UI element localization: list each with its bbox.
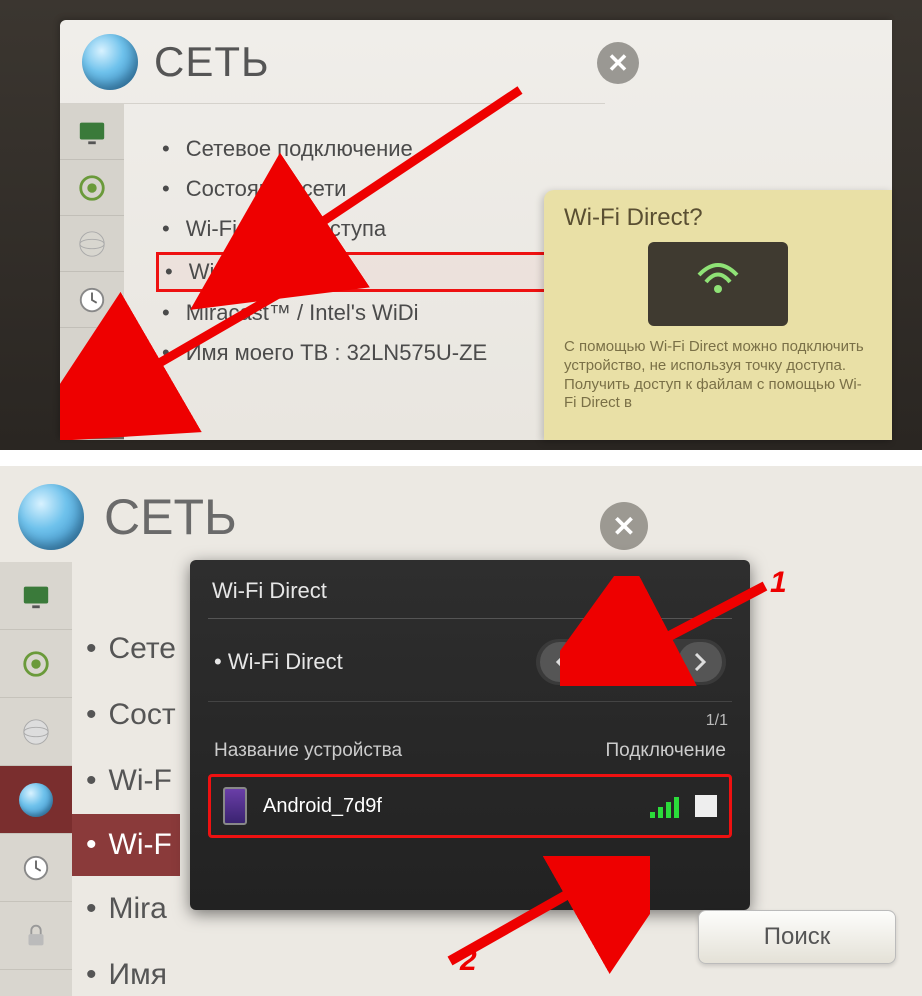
toggle-value: Вкл. — [586, 651, 676, 674]
sidebar — [0, 562, 72, 996]
settings-window: СЕТЬ ✕ Сетевое подключение — [60, 20, 892, 440]
col-device-name: Название устройства — [214, 740, 402, 762]
device-list-header: Название устройства Подключение — [208, 734, 732, 774]
sidebar-channel-icon[interactable] — [60, 216, 124, 272]
menu-item[interactable]: Сете — [86, 616, 180, 682]
header: СЕТЬ — [60, 20, 605, 104]
header: СЕТЬ — [18, 484, 237, 550]
sidebar-channel-icon[interactable] — [0, 698, 72, 766]
signal-icon — [650, 794, 679, 818]
panel-title: Wi-Fi Direct — [208, 574, 732, 619]
wifi-direct-toggle-row: Wi-Fi Direct Вкл. — [208, 619, 732, 702]
col-connection: Подключение — [606, 740, 726, 762]
connect-checkbox[interactable] — [695, 795, 717, 817]
sidebar-time-icon[interactable] — [60, 272, 124, 328]
device-name: Android_7d9f — [263, 795, 634, 818]
screenshot-1: СЕТЬ ✕ Сетевое подключение — [0, 0, 922, 450]
menu-item-selected[interactable]: Wi-F — [72, 814, 180, 876]
sidebar-sound-icon[interactable] — [0, 630, 72, 698]
device-count: 1/1 — [208, 702, 732, 734]
close-button[interactable]: ✕ — [597, 42, 639, 84]
menu-item-wifi-direct[interactable]: Wi-Fi Direct — [156, 252, 590, 292]
sidebar-network-icon[interactable] — [0, 766, 72, 834]
menu-item[interactable]: Имя — [86, 942, 180, 996]
annotation-label-2: 2 — [460, 944, 477, 978]
toggle-prev-button[interactable] — [540, 642, 584, 682]
page-title: СЕТЬ — [154, 38, 270, 86]
sidebar-lock-icon[interactable] — [60, 328, 124, 384]
menu-item-network-status[interactable]: Состояние сети — [162, 170, 584, 210]
toggle-next-button[interactable] — [678, 642, 722, 682]
sidebar-picture-icon[interactable] — [0, 562, 72, 630]
network-globe-icon — [82, 34, 138, 90]
tooltip-tv-icon — [648, 242, 788, 326]
menu-item[interactable]: Сост — [86, 682, 180, 748]
sidebar-time-icon[interactable] — [0, 834, 72, 902]
search-button[interactable]: Поиск — [698, 910, 896, 964]
sidebar-sound-icon[interactable] — [60, 160, 124, 216]
menu-item-wifi-hotspot[interactable]: Wi-Fi точка доступа — [162, 210, 584, 250]
screenshot-2: СЕТЬ ✕ Сете Сост Wi-F Wi-F Mira Имя Wi-F… — [0, 466, 922, 996]
menu-item[interactable]: Mira — [86, 876, 180, 942]
sidebar-picture-icon[interactable] — [60, 104, 124, 160]
sidebar-lock-icon[interactable] — [0, 902, 72, 970]
tooltip-body: С помощью Wi-Fi Direct можно подключить … — [564, 338, 872, 413]
network-menu: Сетевое подключение Состояние сети Wi-Fi… — [124, 104, 602, 384]
tooltip-title: Wi-Fi Direct? — [564, 204, 872, 232]
sidebar — [60, 104, 124, 440]
wifi-direct-tooltip: Wi-Fi Direct? С помощью Wi-Fi Direct мож… — [544, 190, 892, 440]
device-row[interactable]: Android_7d9f — [208, 774, 732, 838]
menu-item-tv-name[interactable]: Имя моего ТВ : 32LN575U-ZE — [162, 334, 584, 374]
menu-item[interactable]: Wi-F — [86, 748, 180, 814]
close-button[interactable]: ✕ — [600, 502, 648, 550]
network-globe-icon — [18, 484, 84, 550]
menu-item-network-connection[interactable]: Сетевое подключение — [162, 130, 584, 170]
annotation-label-1: 1 — [770, 566, 787, 600]
wifi-direct-toggle[interactable]: Вкл. — [536, 639, 726, 685]
toggle-label: Wi-Fi Direct — [214, 649, 343, 675]
network-menu-cut: Сете Сост Wi-F Wi-F Mira Имя — [86, 616, 180, 996]
phone-icon — [223, 787, 247, 825]
sidebar-network-icon[interactable] — [60, 384, 124, 440]
wifi-direct-panel: Wi-Fi Direct Wi-Fi Direct Вкл. 1/1 Назва… — [190, 560, 750, 910]
menu-item-miracast[interactable]: Miracast™ / Intel's WiDi — [162, 294, 584, 334]
wifi-icon — [695, 261, 741, 307]
page-title: СЕТЬ — [104, 488, 237, 546]
